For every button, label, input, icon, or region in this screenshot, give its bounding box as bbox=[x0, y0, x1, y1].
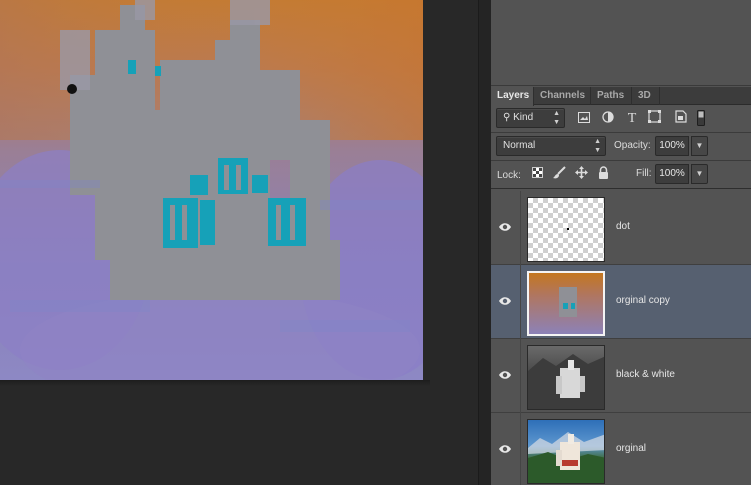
tab-3d[interactable]: 3D bbox=[632, 87, 660, 105]
inverted-castle-artwork bbox=[0, 0, 423, 380]
eye-icon[interactable] bbox=[498, 292, 516, 310]
tab-paths[interactable]: Paths bbox=[591, 87, 632, 105]
opacity-input[interactable]: 100% bbox=[655, 136, 689, 156]
tab-layers[interactable]: Layers bbox=[491, 87, 534, 106]
adjustment-filter-icon[interactable] bbox=[599, 110, 617, 128]
layer-thumbnail[interactable] bbox=[527, 271, 605, 336]
layer-row-dot[interactable]: dot bbox=[491, 191, 751, 265]
panel-gutter bbox=[478, 0, 491, 485]
document-canvas-area[interactable] bbox=[0, 0, 478, 485]
search-icon: ⚲ bbox=[503, 112, 511, 123]
layer-name[interactable]: orginal copy bbox=[616, 295, 670, 306]
canvas-shadow bbox=[0, 380, 430, 386]
smart-object-filter-icon[interactable] bbox=[672, 110, 690, 128]
layer-thumbnail[interactable] bbox=[527, 419, 605, 484]
filter-toggle-icon[interactable] bbox=[695, 110, 707, 128]
layer-name[interactable]: orginal bbox=[616, 443, 646, 454]
black-dot-marker bbox=[67, 84, 77, 94]
tab-channels[interactable]: Channels bbox=[534, 87, 591, 105]
divider bbox=[491, 160, 751, 161]
lock-all-icon[interactable] bbox=[595, 166, 611, 182]
canvas-image[interactable] bbox=[0, 0, 423, 380]
panel-tabbar: Layers Channels Paths 3D bbox=[491, 87, 751, 106]
fill-label: Fill: bbox=[636, 168, 652, 179]
divider bbox=[491, 188, 751, 189]
opacity-label: Opacity: bbox=[614, 140, 651, 151]
layers-panel: Layers Channels Paths 3D ⚲ Kind ▲ ▼ T No… bbox=[491, 0, 751, 485]
layer-filter-kind-dropdown[interactable]: ⚲ Kind ▲ ▼ bbox=[496, 108, 565, 128]
layer-thumbnail[interactable] bbox=[527, 345, 605, 410]
fill-input[interactable]: 100% bbox=[655, 164, 689, 184]
lock-pixels-icon[interactable] bbox=[551, 166, 567, 182]
divider bbox=[491, 132, 751, 133]
layer-row-black-white[interactable]: black & white bbox=[491, 339, 751, 413]
image-filter-icon[interactable] bbox=[575, 110, 593, 128]
eye-icon[interactable] bbox=[498, 440, 516, 458]
fill-slider-button[interactable]: ▼ bbox=[691, 164, 708, 184]
blend-mode-value: Normal bbox=[503, 140, 536, 151]
opacity-slider-button[interactable]: ▼ bbox=[691, 136, 708, 156]
shape-filter-icon[interactable] bbox=[645, 110, 663, 128]
layer-name[interactable]: dot bbox=[616, 221, 630, 232]
lock-label: Lock: bbox=[497, 170, 521, 181]
eye-icon[interactable] bbox=[498, 366, 516, 384]
lock-transparency-icon[interactable] bbox=[529, 166, 545, 182]
layer-thumbnail[interactable] bbox=[527, 197, 605, 262]
layer-name[interactable]: black & white bbox=[616, 369, 675, 380]
dot-pixel bbox=[567, 228, 569, 230]
layer-row-orginal-copy[interactable]: orginal copy bbox=[491, 265, 751, 339]
dropdown-arrows-icon: ▲ ▼ bbox=[594, 138, 601, 154]
upper-panel-empty bbox=[491, 0, 751, 86]
eye-icon[interactable] bbox=[498, 218, 516, 236]
filter-kind-label: Kind bbox=[513, 112, 534, 123]
type-filter-icon[interactable]: T bbox=[623, 110, 641, 128]
lock-position-icon[interactable] bbox=[573, 166, 589, 182]
dropdown-arrows-icon: ▲ ▼ bbox=[553, 110, 560, 126]
blend-mode-dropdown[interactable]: Normal ▲ ▼ bbox=[496, 136, 606, 156]
layer-row-orginal[interactable]: orginal bbox=[491, 413, 751, 485]
